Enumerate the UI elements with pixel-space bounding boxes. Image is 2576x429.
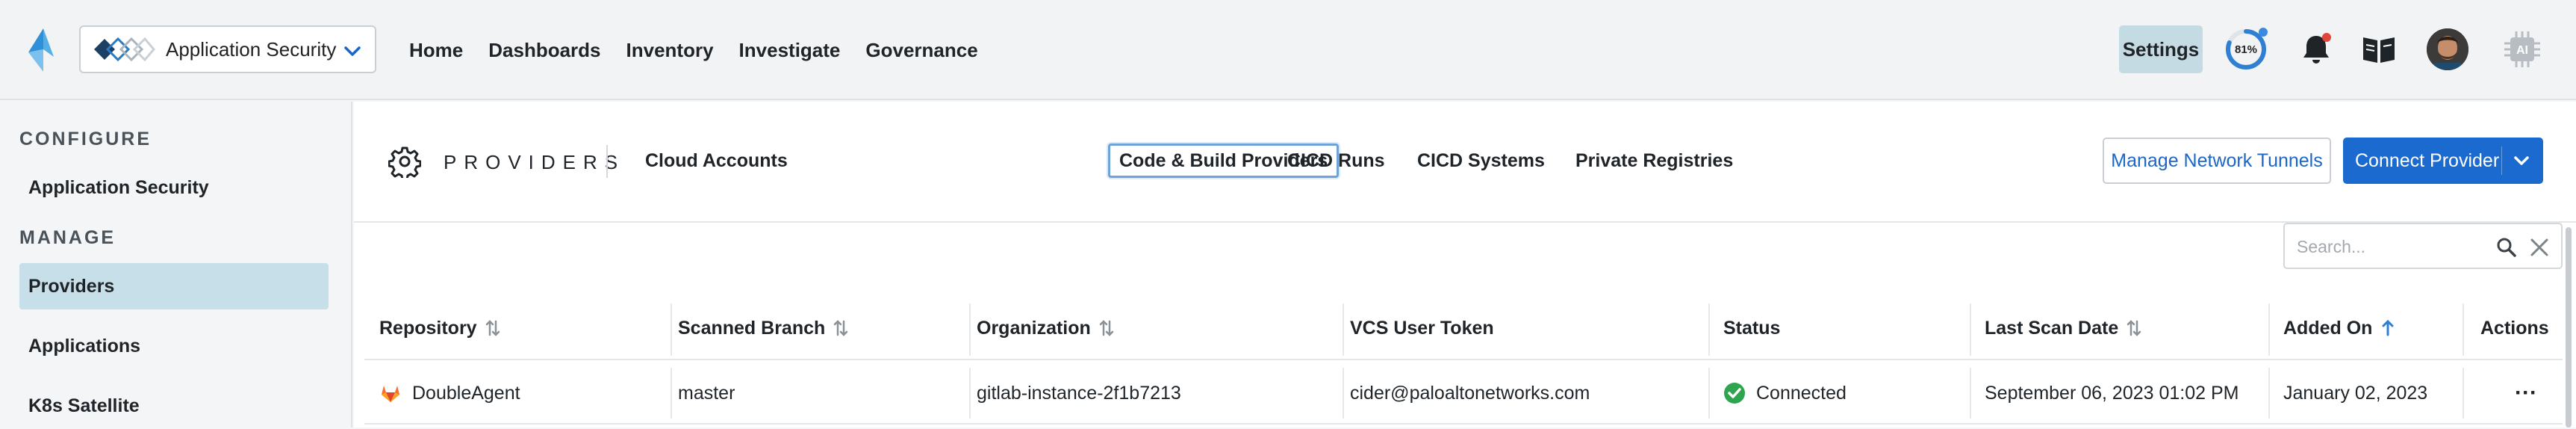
column-label: Repository [379, 317, 477, 339]
cell-organization: gitlab-instance-2f1b7213 [977, 382, 1181, 404]
notifications-bell-icon[interactable] [2297, 30, 2336, 69]
cell-last-scan-date: September 06, 2023 01:02 PM [1985, 382, 2239, 404]
connected-check-icon [1724, 383, 1745, 404]
manage-network-tunnels-button[interactable]: Manage Network Tunnels [2103, 138, 2331, 184]
sidebar-item-k8s-satellite[interactable]: K8s Satellite [19, 383, 329, 429]
sidebar-heading-configure: CONFIGURE [19, 129, 152, 149]
button-divider [2501, 146, 2502, 175]
column-divider [2463, 368, 2464, 419]
tab-cloud-accounts[interactable]: Cloud Accounts [645, 143, 788, 178]
search-input[interactable]: Search... [2297, 237, 2365, 257]
gitlab-icon [382, 386, 399, 402]
tab-private-registries[interactable]: Private Registries [1575, 143, 1733, 178]
user-photo-icon [2427, 28, 2468, 70]
cell-repository: DoubleAgent [364, 362, 520, 425]
chevron-down-icon [344, 46, 361, 56]
column-added-on[interactable]: Added On [2268, 296, 2396, 360]
app-switcher-label: Application Security [166, 37, 337, 61]
status-text: Connected [1756, 382, 1847, 404]
top-navigation-bar: Application Security Home Dashboards Inv… [0, 0, 2576, 100]
title-divider [606, 145, 608, 178]
column-vcs-user-token: VCS User Token [1335, 296, 1494, 360]
sidebar-heading-manage: MANAGE [19, 227, 116, 248]
app-switcher-dropdown[interactable]: Application Security [79, 25, 376, 73]
cell-status: Connected [1708, 362, 1847, 425]
column-label: Actions [2480, 317, 2549, 339]
search-icon[interactable] [2495, 236, 2518, 259]
column-status: Status [1708, 296, 1780, 360]
nav-dashboards[interactable]: Dashboards [488, 39, 600, 62]
cell-vcs-user-token: cider@paloaltonetworks.com [1350, 382, 1590, 404]
sort-icon[interactable] [833, 318, 849, 338]
table-row[interactable]: DoubleAgent master gitlab-instance-2f1b7… [364, 362, 2563, 425]
nav-governance[interactable]: Governance [865, 39, 977, 62]
column-repository[interactable]: Repository [364, 296, 501, 360]
user-avatar[interactable] [2427, 28, 2468, 70]
documentation-book-icon[interactable] [2359, 30, 2398, 69]
repository-name[interactable]: DoubleAgent [412, 383, 520, 404]
connect-provider-button[interactable]: Connect Provider [2343, 138, 2543, 184]
providers-subnav: PROVIDERS Cloud Accounts Code & Build Pr… [354, 102, 2576, 223]
row-actions-menu[interactable]: ··· [2500, 362, 2537, 425]
column-label: Scanned Branch [678, 317, 826, 339]
column-scanned-branch[interactable]: Scanned Branch [663, 296, 849, 360]
table-header: Repository Scanned Branch Organization V… [364, 296, 2563, 360]
connect-provider-label: Connect Provider [2355, 149, 2500, 171]
application-security-product-icon [94, 37, 155, 62]
sort-icon[interactable] [2126, 318, 2142, 338]
cell-added-on: January 02, 2023 [2283, 382, 2428, 404]
column-label: Last Scan Date [1985, 317, 2119, 339]
nav-investigate[interactable]: Investigate [739, 39, 841, 62]
column-label: VCS User Token [1350, 317, 1494, 339]
cell-scanned-branch: master [678, 382, 735, 404]
column-label: Status [1723, 317, 1781, 339]
column-label: Added On [2283, 317, 2373, 339]
clear-close-icon[interactable] [2528, 236, 2551, 259]
tab-cicd-systems[interactable]: CICD Systems [1417, 143, 1545, 178]
gear-icon [388, 146, 421, 178]
settings-sidebar: CONFIGURE Application Security MANAGE Pr… [0, 102, 352, 428]
sidebar-item-applications[interactable]: Applications [19, 323, 329, 369]
sort-ascending-icon[interactable] [2380, 318, 2396, 338]
search-box[interactable]: Search... [2283, 223, 2563, 269]
onboarding-progress[interactable]: 81% [2222, 25, 2270, 73]
page-title: PROVIDERS [444, 151, 626, 173]
main-content: PROVIDERS Cloud Accounts Code & Build Pr… [354, 102, 2576, 428]
settings-button[interactable]: Settings [2119, 25, 2203, 73]
sort-icon[interactable] [485, 318, 501, 338]
chevron-down-icon[interactable] [2512, 151, 2531, 170]
sidebar-item-providers[interactable]: Providers [19, 263, 329, 309]
nav-home[interactable]: Home [409, 39, 463, 62]
progress-percent: 81% [2234, 43, 2258, 56]
column-organization[interactable]: Organization [962, 296, 1115, 360]
cortex-logo-icon[interactable] [24, 27, 63, 73]
ai-assistant-chip-icon[interactable]: AI [2501, 28, 2543, 70]
column-divider [2463, 303, 2464, 356]
sidebar-item-application-security[interactable]: Application Security [19, 164, 329, 211]
sort-icon[interactable] [1098, 318, 1115, 338]
nav-inventory[interactable]: Inventory [626, 39, 714, 62]
svg-text:AI: AI [2516, 44, 2528, 57]
column-last-scan-date[interactable]: Last Scan Date [1970, 296, 2142, 360]
tab-cicd-runs[interactable]: CICD Runs [1287, 143, 1385, 178]
column-actions: Actions [2465, 296, 2549, 360]
main-nav: Home Dashboards Inventory Investigate Go… [409, 0, 1004, 100]
vertical-scrollbar[interactable] [2566, 227, 2572, 428]
column-label: Organization [977, 317, 1091, 339]
